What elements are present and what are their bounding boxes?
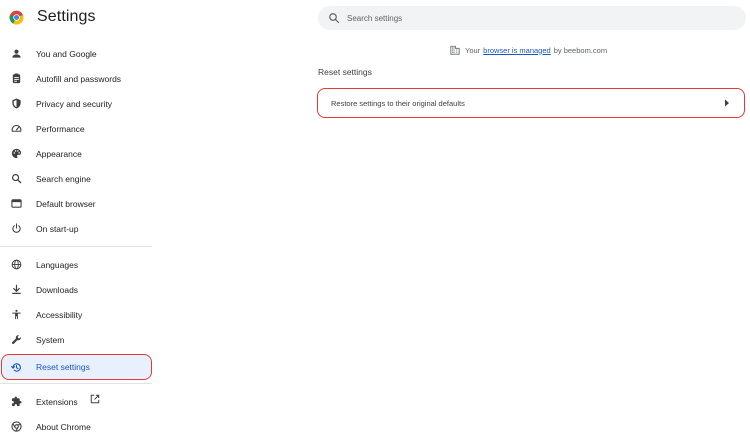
sidebar-item-label: Default browser	[36, 198, 96, 209]
sidebar-item-label: Extensions	[36, 396, 78, 407]
search-icon	[11, 173, 22, 184]
managed-prefix: Your	[465, 45, 481, 55]
sidebar-item-appearance[interactable]: Appearance	[0, 141, 152, 166]
sidebar-item-autofill[interactable]: Autofill and passwords	[0, 66, 152, 91]
managed-notice: Your browser is managed by beebom.com	[450, 44, 607, 56]
sidebar-item-you-and-google[interactable]: You and Google	[0, 41, 152, 66]
managed-link[interactable]: browser is managed	[483, 46, 551, 55]
sidebar-item-label: Privacy and security	[36, 98, 113, 109]
shield-icon	[11, 98, 22, 109]
chevron-right-icon	[725, 99, 729, 107]
sidebar-item-label: Reset settings	[36, 362, 90, 372]
sidebar-item-languages[interactable]: Languages	[0, 252, 152, 277]
speedometer-icon	[11, 123, 22, 134]
chrome-logo-icon	[9, 10, 24, 25]
sidebar-item-label: System	[36, 334, 65, 345]
sidebar-item-on-start-up[interactable]: On start-up	[0, 216, 152, 241]
sidebar-item-performance[interactable]: Performance	[0, 116, 152, 141]
section-title: Reset settings	[318, 67, 372, 77]
accessibility-icon	[11, 309, 22, 320]
puzzle-icon	[11, 396, 22, 407]
sidebar-item-label: On start-up	[36, 223, 79, 234]
page-title: Settings	[37, 8, 96, 25]
external-link-icon[interactable]	[90, 394, 100, 404]
settings-page: Settings You and Google Autofill and pas…	[0, 0, 750, 443]
download-icon	[11, 284, 22, 295]
sidebar-item-label: Autofill and passwords	[36, 73, 122, 84]
managed-suffix: by beebom.com	[553, 45, 608, 55]
sidebar-item-default-browser[interactable]: Default browser	[0, 191, 152, 216]
history-icon	[11, 362, 22, 373]
restore-defaults-label: Restore settings to their original defau…	[331, 99, 465, 108]
sidebar-item-reset-settings[interactable]: Reset settings	[1, 354, 152, 380]
person-icon	[11, 48, 22, 59]
sidebar-item-label: Accessibility	[36, 309, 83, 320]
clipboard-icon	[11, 73, 22, 84]
chrome-icon	[11, 421, 22, 432]
sidebar-item-label: Performance	[36, 123, 85, 134]
sidebar-item-label: Appearance	[36, 148, 82, 159]
sidebar-item-label: Downloads	[36, 284, 79, 295]
wrench-icon	[11, 334, 22, 345]
sidebar-item-accessibility[interactable]: Accessibility	[0, 302, 152, 327]
search-bar[interactable]	[318, 6, 746, 30]
power-icon	[11, 223, 22, 234]
sidebar-item-extensions[interactable]: Extensions	[0, 389, 152, 414]
sidebar-item-system[interactable]: System	[0, 327, 152, 352]
globe-icon	[11, 259, 22, 270]
sidebar-item-label: Languages	[36, 259, 79, 270]
sidebar-item-label: You and Google	[36, 48, 97, 59]
browser-window-icon	[11, 198, 22, 209]
palette-icon	[11, 148, 22, 159]
search-input[interactable]	[347, 6, 727, 30]
sidebar-item-label: About Chrome	[36, 421, 91, 432]
sidebar-divider	[0, 246, 152, 247]
sidebar-item-privacy[interactable]: Privacy and security	[0, 91, 152, 116]
sidebar-item-about-chrome[interactable]: About Chrome	[0, 414, 152, 439]
search-icon	[329, 13, 340, 24]
sidebar-divider	[0, 383, 152, 384]
sidebar-item-downloads[interactable]: Downloads	[0, 277, 152, 302]
sidebar-item-search-engine[interactable]: Search engine	[0, 166, 152, 191]
restore-defaults-row[interactable]: Restore settings to their original defau…	[317, 88, 745, 118]
building-icon	[450, 45, 460, 55]
sidebar-item-label: Search engine	[36, 173, 91, 184]
